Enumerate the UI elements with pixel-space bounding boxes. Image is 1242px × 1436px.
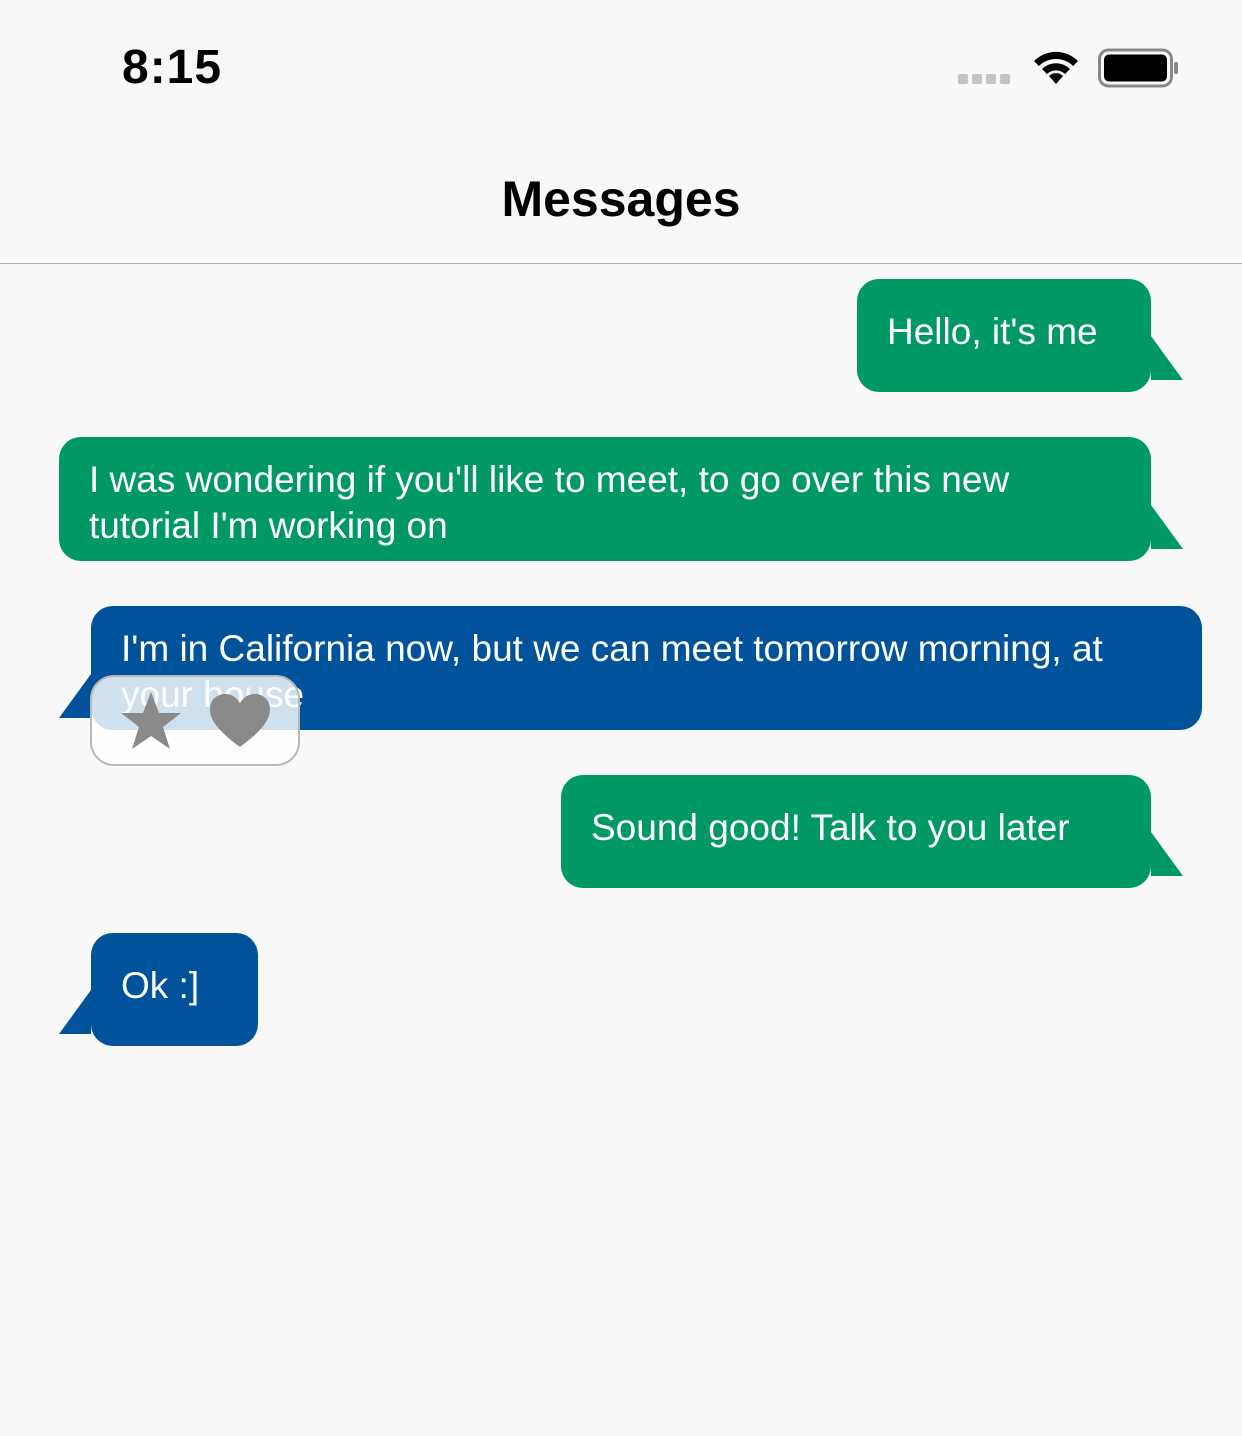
page-title: Messages bbox=[501, 171, 741, 227]
cellular-signal-icon bbox=[958, 74, 1010, 84]
bubble-tail bbox=[1151, 336, 1183, 380]
messages-screen: 8:15 Messages Hello, it's me I was wonde… bbox=[0, 0, 1242, 1436]
navigation-bar: Messages bbox=[0, 132, 1242, 264]
message-bubble-outgoing[interactable]: Sound good! Talk to you later bbox=[561, 775, 1183, 888]
reaction-picker bbox=[90, 675, 300, 766]
wifi-icon bbox=[1034, 51, 1078, 84]
heart-icon[interactable] bbox=[209, 693, 271, 749]
message-text: Ok :] bbox=[121, 965, 200, 1006]
bubble-tail bbox=[1151, 832, 1183, 876]
star-icon[interactable] bbox=[119, 690, 183, 752]
status-bar: 8:15 bbox=[0, 0, 1242, 132]
message-text: Sound good! Talk to you later bbox=[591, 807, 1070, 848]
bubble-tail bbox=[59, 990, 91, 1034]
bubble-tail bbox=[59, 674, 91, 718]
message-bubble-incoming[interactable]: Ok :] bbox=[59, 933, 258, 1046]
message-text: I was wondering if you'll like to meet, … bbox=[89, 459, 1010, 546]
bubble-tail bbox=[1151, 505, 1183, 549]
message-bubble-outgoing[interactable]: I was wondering if you'll like to meet, … bbox=[59, 437, 1183, 561]
battery-icon bbox=[1098, 48, 1178, 88]
status-time: 8:15 bbox=[122, 41, 223, 94]
message-bubble-outgoing[interactable]: Hello, it's me bbox=[857, 279, 1183, 392]
message-text: Hello, it's me bbox=[887, 311, 1098, 352]
